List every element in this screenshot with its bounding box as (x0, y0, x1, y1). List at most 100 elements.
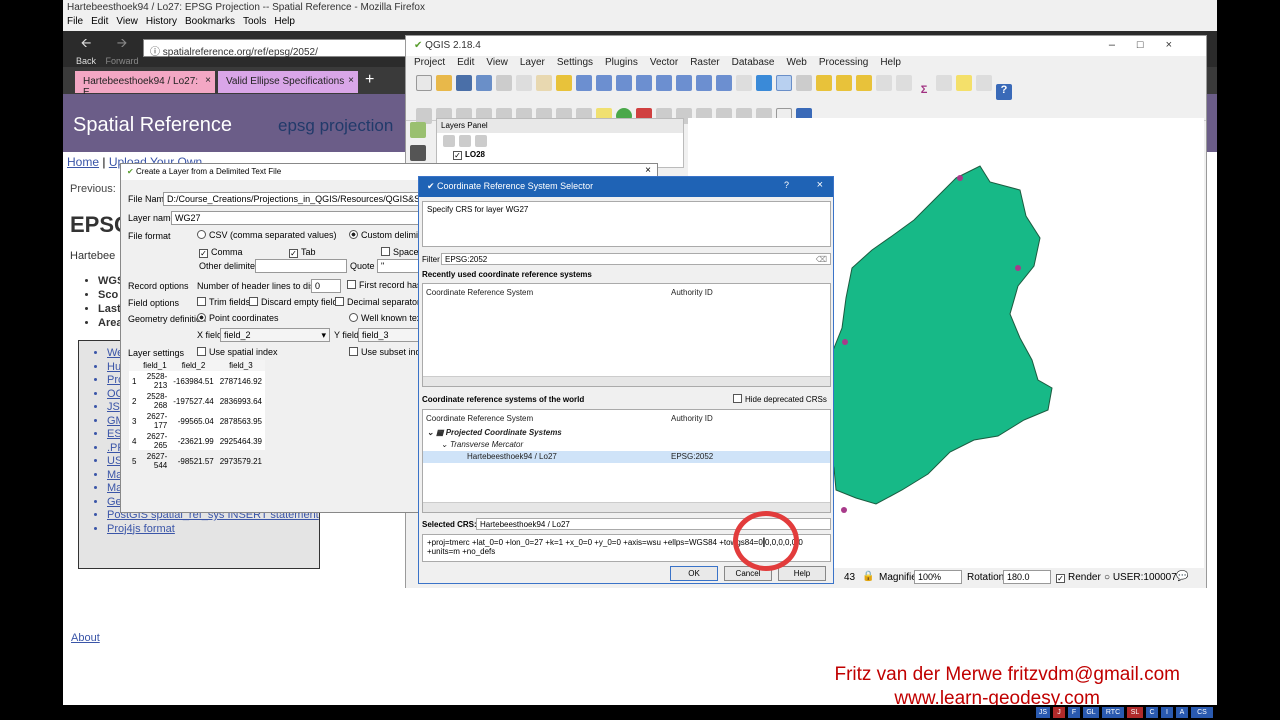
csv-radio[interactable]: CSV (comma separated values) (197, 230, 337, 240)
tray-item[interactable]: CS (1191, 707, 1213, 718)
menu-layer[interactable]: Layer (520, 57, 545, 68)
menu-settings[interactable]: Settings (557, 57, 593, 68)
window-controls[interactable]: –□× (1109, 39, 1194, 51)
menu-edit[interactable]: Edit (91, 16, 108, 27)
world-crs-tree[interactable]: Coordinate Reference System Authority ID… (422, 409, 831, 513)
tray-item[interactable]: RTC (1102, 707, 1124, 718)
tray-item[interactable]: C (1146, 707, 1158, 718)
refresh-icon[interactable] (756, 75, 772, 91)
x-field-select[interactable]: field_2 ▾ (220, 328, 330, 342)
point-marker[interactable] (1015, 265, 1021, 271)
format-link[interactable]: Hu (107, 361, 121, 373)
file-name-input[interactable]: D:/Course_Creations/Projections_in_QGIS/… (163, 192, 421, 206)
hide-deprecated-checkbox[interactable]: Hide deprecated CRSs (733, 394, 827, 404)
menu-processing[interactable]: Processing (819, 57, 868, 68)
recent-crs-list[interactable]: Coordinate Reference System Authority ID (422, 283, 831, 387)
zoom-layer-icon[interactable] (656, 75, 672, 91)
zoom-selection-icon[interactable] (636, 75, 652, 91)
new-tab-button[interactable]: + (365, 71, 374, 89)
statistics-icon[interactable]: Σ (916, 84, 932, 100)
point-coordinates-radio[interactable]: Point coordinates (197, 313, 279, 323)
trim-fields-checkbox[interactable]: Trim fields (197, 297, 250, 307)
other-delimiters-input[interactable] (255, 259, 347, 273)
menu-raster[interactable]: Raster (690, 57, 719, 68)
menu-web[interactable]: Web (786, 57, 806, 68)
help-icon[interactable]: ? (784, 180, 789, 190)
wkt-radio[interactable]: Well known text (349, 313, 424, 323)
pan-to-selection-icon[interactable] (556, 75, 572, 91)
url-bar[interactable]: ⓘ spatialreference.org/ref/epsg/2052/ (143, 39, 413, 58)
help-button[interactable]: Help (778, 566, 826, 581)
menu-bookmarks[interactable]: Bookmarks (185, 16, 235, 27)
horizontal-scrollbar[interactable] (423, 376, 830, 386)
menu-tools[interactable]: Tools (243, 16, 266, 27)
messages-icon[interactable]: 💬 (1176, 571, 1188, 582)
y-field-select[interactable]: field_3 (358, 328, 421, 342)
zoom-full-icon[interactable] (616, 75, 632, 91)
composer-manager-icon[interactable] (516, 75, 532, 91)
layer-row[interactable]: ✓ LO28 (437, 149, 683, 161)
add-group-icon[interactable] (459, 135, 471, 147)
forward-button[interactable]: 🡪 Forward (105, 34, 139, 66)
attribute-table-icon[interactable] (876, 75, 892, 91)
tab-valid-ellipse[interactable]: Valid Ellipse Specifications × (218, 71, 358, 93)
tab-checkbox[interactable]: ✓ Tab (289, 247, 316, 258)
close-icon[interactable]: × (817, 179, 823, 191)
rotation-input[interactable]: 180.0 (1003, 570, 1051, 584)
quote-input[interactable]: " (377, 259, 421, 273)
save-project-icon[interactable] (456, 75, 472, 91)
header-lines-spinbox[interactable]: 0 (311, 279, 341, 293)
menu-edit[interactable]: Edit (457, 57, 474, 68)
add-vector-icon[interactable] (410, 122, 426, 138)
tab-close-icon[interactable]: × (348, 75, 354, 86)
pan-icon[interactable] (536, 75, 552, 91)
new-map-view-icon[interactable] (736, 75, 752, 91)
space-checkbox[interactable]: Space (381, 247, 419, 257)
tab-close-icon[interactable]: × (205, 75, 211, 86)
map-tips-icon[interactable] (956, 75, 972, 91)
close-icon[interactable]: × (645, 165, 651, 176)
menu-view[interactable]: View (486, 57, 508, 68)
text-annotation-icon[interactable] (976, 75, 992, 91)
zoom-last-icon[interactable] (696, 75, 712, 91)
menu-project[interactable]: Project (414, 57, 445, 68)
zoom-next-icon[interactable] (716, 75, 732, 91)
add-raster-icon[interactable] (410, 145, 426, 161)
province-polygon[interactable] (823, 165, 1053, 505)
zoom-in-icon[interactable] (576, 75, 592, 91)
layer-name-input[interactable]: WG27 (171, 211, 421, 225)
tray-item[interactable]: SL (1127, 707, 1143, 718)
back-button[interactable]: 🡨 Back (71, 34, 101, 66)
crs-status-button[interactable]: ○ USER:100007 (1104, 572, 1177, 583)
menu-help[interactable]: Help (880, 57, 901, 68)
magnifier-input[interactable]: 100% (914, 570, 962, 584)
selected-crs-row[interactable]: Hartebeesthoek94 / Lo27 EPSG:2052 (423, 451, 830, 463)
tray-item[interactable]: J (1053, 707, 1065, 718)
menu-file[interactable]: File (67, 16, 83, 27)
clear-filter-icon[interactable]: ⌫ (816, 255, 827, 264)
menu-help[interactable]: Help (274, 16, 295, 27)
tray-item[interactable]: I (1161, 707, 1173, 718)
tray-item[interactable]: JS (1036, 707, 1050, 718)
menu-database[interactable]: Database (732, 57, 775, 68)
menu-vector[interactable]: Vector (650, 57, 678, 68)
menu-view[interactable]: View (116, 16, 138, 27)
point-marker[interactable] (957, 175, 963, 181)
help-icon[interactable]: ? (996, 84, 1012, 100)
comma-checkbox[interactable]: ✓ Comma (199, 247, 243, 258)
tree-group-projected[interactable]: ⌄ ▦ Projected Coordinate Systems (427, 428, 562, 437)
site-brand[interactable]: Spatial Reference (73, 114, 232, 137)
run-action-icon[interactable] (796, 75, 812, 91)
zoom-native-icon[interactable] (676, 75, 692, 91)
zoom-out-icon[interactable] (596, 75, 612, 91)
deselect-icon[interactable] (856, 75, 872, 91)
layer-visible-checkbox[interactable]: ✓ (453, 151, 462, 160)
menu-plugins[interactable]: Plugins (605, 57, 638, 68)
save-as-icon[interactable] (476, 75, 492, 91)
lock-icon[interactable]: 🔒 (862, 571, 874, 582)
tray-item[interactable]: F (1068, 707, 1080, 718)
filter-legend-icon[interactable] (475, 135, 487, 147)
identify-icon[interactable] (776, 75, 792, 91)
print-composer-icon[interactable] (496, 75, 512, 91)
format-link[interactable]: JS (107, 401, 120, 413)
